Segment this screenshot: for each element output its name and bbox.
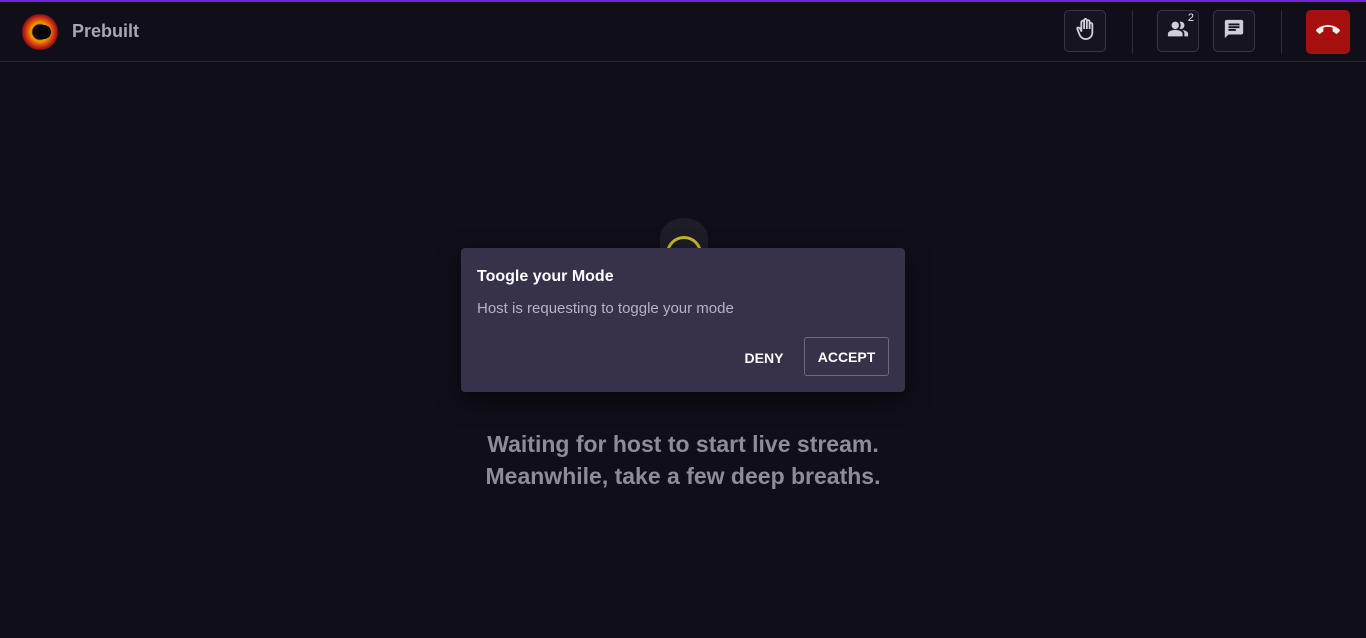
hand-icon bbox=[1074, 17, 1096, 45]
chat-button[interactable] bbox=[1213, 10, 1255, 52]
phone-hangup-icon bbox=[1315, 18, 1340, 47]
waiting-message: Waiting for host to start live stream. M… bbox=[383, 428, 983, 492]
waiting-line-1: Waiting for host to start live stream. bbox=[487, 431, 879, 457]
waiting-line-2: Meanwhile, take a few deep breaths. bbox=[485, 463, 881, 489]
accept-button[interactable]: ACCEPT bbox=[804, 337, 889, 376]
chat-icon bbox=[1223, 18, 1245, 45]
toolbar-divider bbox=[1281, 10, 1282, 54]
participants-button[interactable]: 2 bbox=[1157, 10, 1199, 52]
app-logo bbox=[22, 14, 58, 50]
dialog-message: Host is requesting to toggle your mode bbox=[477, 300, 734, 317]
deny-button[interactable]: DENY bbox=[737, 340, 791, 374]
toggle-mode-dialog: Toogle your Mode Host is requesting to t… bbox=[461, 248, 905, 392]
top-bar: Prebuilt 2 bbox=[0, 2, 1366, 62]
end-call-button[interactable] bbox=[1306, 10, 1350, 54]
toolbar-divider bbox=[1132, 10, 1133, 54]
app-title: Prebuilt bbox=[72, 21, 140, 41]
dialog-title: Toogle your Mode bbox=[477, 268, 614, 285]
raise-hand-button[interactable] bbox=[1064, 10, 1106, 52]
participants-count-badge: 2 bbox=[1185, 12, 1196, 24]
